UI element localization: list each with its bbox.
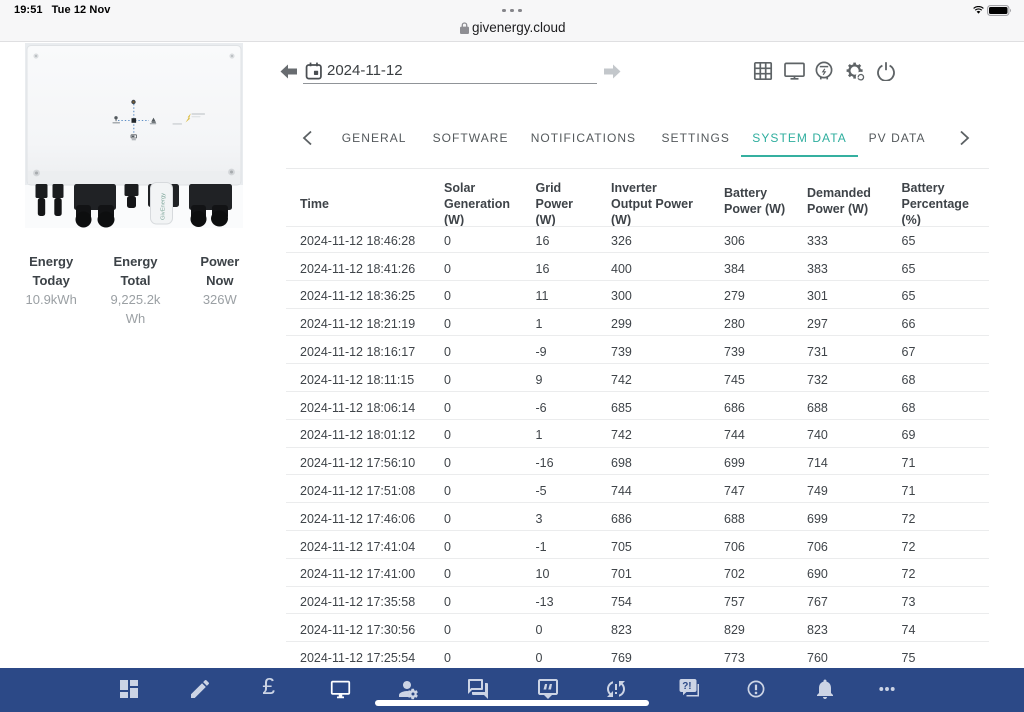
svg-text:?!: ?! [682,681,691,692]
svg-text:GivEnergy: GivEnergy [161,193,167,220]
